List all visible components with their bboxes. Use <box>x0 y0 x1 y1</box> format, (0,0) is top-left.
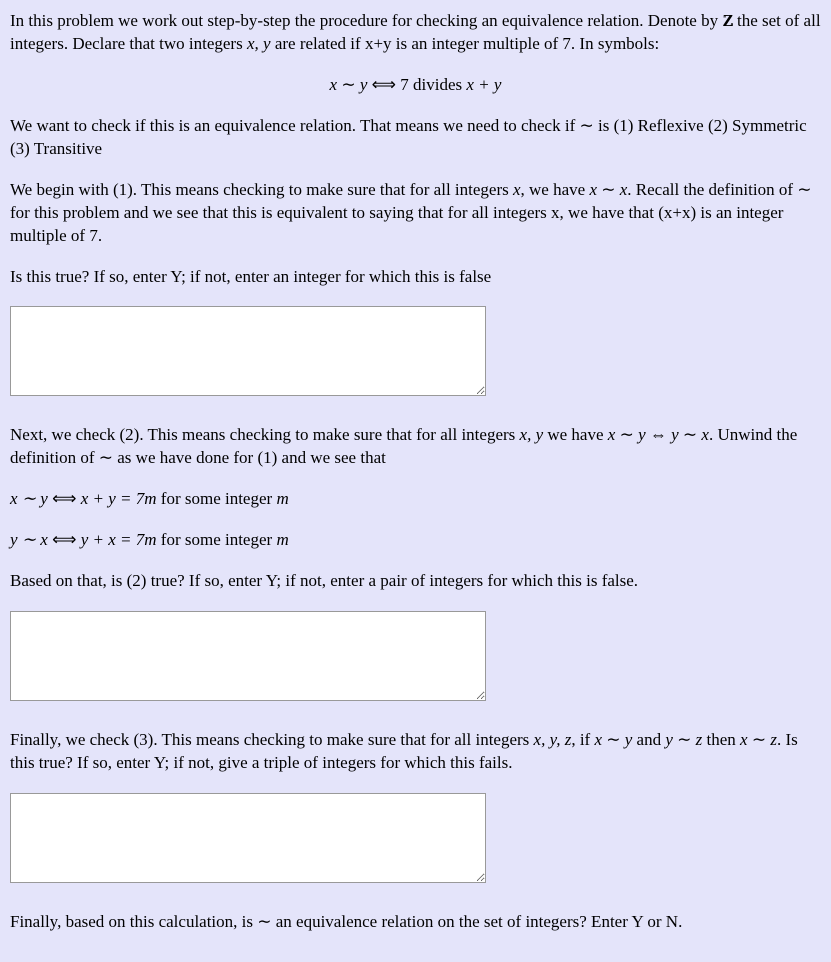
rel-sym: ∼ <box>602 730 625 749</box>
var-x: x <box>247 34 255 53</box>
expr: x + y = 7m <box>81 489 157 508</box>
symmetric-line-2: y ∼ x ⟺ y + x = 7m for some integer m <box>10 529 821 552</box>
var-y: y <box>263 34 271 53</box>
eq-text: 7 divides <box>400 75 466 94</box>
expr: x ∼ y <box>10 489 48 508</box>
final-question: Finally, based on this calculation, is ∼… <box>10 911 821 934</box>
text: Finally, we check (3). This means checki… <box>10 730 534 749</box>
eq-iff: ⟺ <box>367 75 400 94</box>
var-y: y <box>638 425 646 444</box>
var-x: x <box>594 730 602 749</box>
expr: y + x = 7m <box>81 530 157 549</box>
text: Next, we check (2). This means checking … <box>10 425 520 444</box>
answer-input-2[interactable] <box>10 611 486 701</box>
iff: ⟺ <box>48 489 81 508</box>
text: we have <box>543 425 608 444</box>
var-x: x <box>534 730 542 749</box>
symmetric-paragraph: Next, we check (2). This means checking … <box>10 424 821 470</box>
symmetric-line-1: x ∼ y ⟺ x + y = 7m for some integer m <box>10 488 821 511</box>
rel-sym: ∼ <box>597 180 620 199</box>
var-m: m <box>276 489 288 508</box>
text: for some integer <box>157 530 277 549</box>
integers-symbol: Z <box>722 10 732 33</box>
comma: , <box>527 425 536 444</box>
var-x: x <box>740 730 748 749</box>
iff-sym: ⇔ <box>646 425 672 444</box>
var-x: x <box>513 180 521 199</box>
rel-sym: ∼ <box>748 730 771 749</box>
text: are related if x+y is an integer multipl… <box>271 34 660 53</box>
reflexive-paragraph: We begin with (1). This means checking t… <box>10 179 821 248</box>
rel-sym: ∼ <box>615 425 638 444</box>
answer-input-3[interactable] <box>10 793 486 883</box>
text: We begin with (1). This means checking t… <box>10 180 513 199</box>
text: In this problem we work out step-by-step… <box>10 11 722 30</box>
text: and <box>632 730 665 749</box>
intro-paragraph: In this problem we work out step-by-step… <box>10 10 821 56</box>
expr: y ∼ x <box>10 530 48 549</box>
comma: , <box>541 730 550 749</box>
text: , we have <box>521 180 590 199</box>
var-y: y <box>536 425 544 444</box>
var-x: x <box>589 180 597 199</box>
answer-input-1[interactable] <box>10 306 486 396</box>
var-z: z <box>770 730 777 749</box>
var-y: y <box>665 730 673 749</box>
question-1: Is this true? If so, enter Y; if not, en… <box>10 266 821 289</box>
transitive-paragraph: Finally, we check (3). This means checki… <box>10 729 821 775</box>
rel-sym: ∼ <box>679 425 702 444</box>
equation-display-1: x ∼ y ⟺ 7 divides x + y <box>10 74 821 97</box>
question-2: Based on that, is (2) true? If so, enter… <box>10 570 821 593</box>
comma: , <box>556 730 565 749</box>
comma: , <box>255 34 264 53</box>
var-y: y <box>671 425 679 444</box>
eq-rhs: x + y <box>466 75 501 94</box>
var-x: x <box>701 425 709 444</box>
var-x: x <box>520 425 528 444</box>
rel-sym: ∼ <box>673 730 696 749</box>
text: , if <box>571 730 594 749</box>
eq-x: x <box>330 75 338 94</box>
text: for some integer <box>157 489 277 508</box>
text: then <box>702 730 740 749</box>
check-list-paragraph: We want to check if this is an equivalen… <box>10 115 821 161</box>
var-m: m <box>276 530 288 549</box>
eq-rel: ∼ <box>337 75 360 94</box>
iff: ⟺ <box>48 530 81 549</box>
